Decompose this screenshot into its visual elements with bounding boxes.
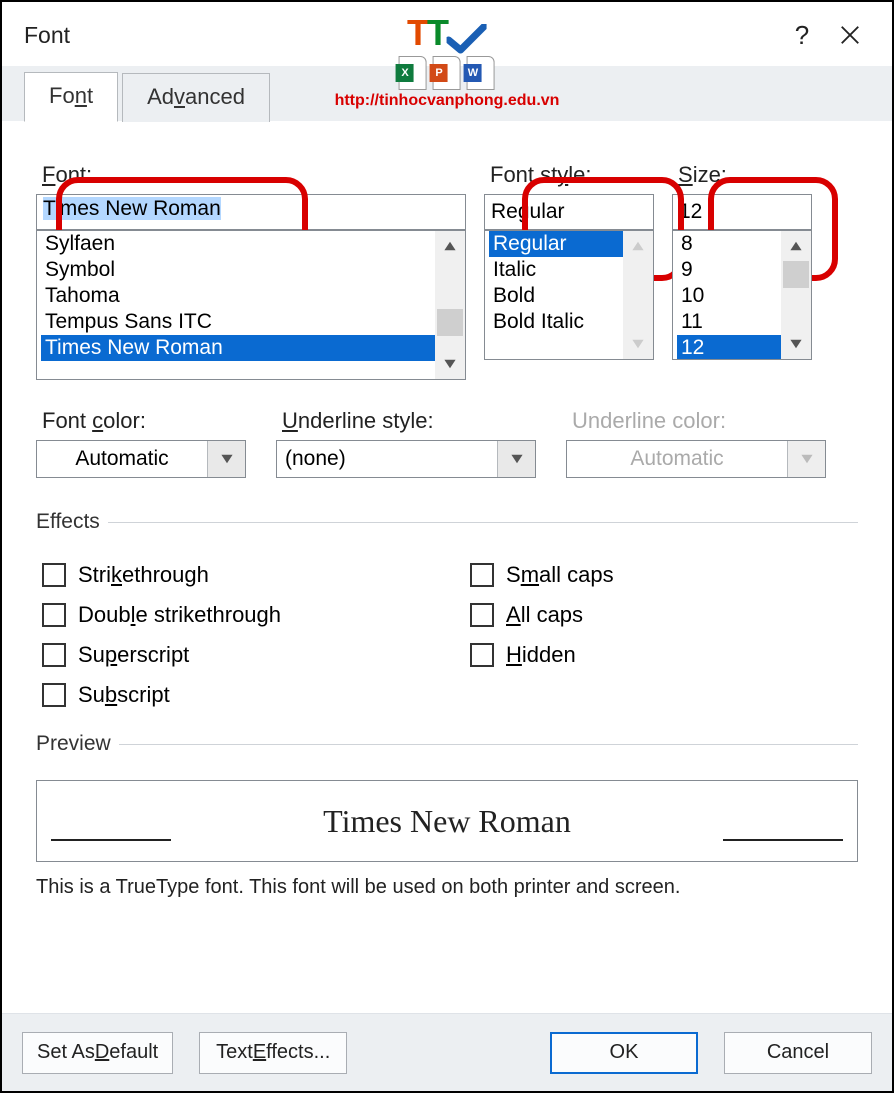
font-style-input[interactable] [484, 194, 654, 230]
button-bar: Set As Default Text Effects... OK Cancel [2, 1013, 892, 1091]
preview-sample: Times New Roman [323, 803, 571, 840]
tabstrip: Font Advanced [2, 66, 892, 122]
preview-note: This is a TrueType font. This font will … [36, 876, 858, 899]
size-label: Size: [672, 162, 812, 188]
dialog-title: Font [24, 22, 70, 49]
underline-style-combo[interactable]: (none) [276, 440, 536, 478]
style-option[interactable]: Regular [489, 231, 623, 257]
size-option[interactable]: 8 [677, 231, 781, 257]
tab-font[interactable]: Font [24, 72, 118, 122]
ok-button[interactable]: OK [550, 1032, 698, 1074]
style-option[interactable]: Bold [489, 283, 623, 309]
close-button[interactable] [826, 11, 874, 59]
checkbox-all-caps[interactable]: All caps [470, 602, 858, 628]
size-listbox[interactable]: 8 9 10 11 12 [672, 230, 812, 360]
checkbox-hidden[interactable]: Hidden [470, 642, 858, 668]
font-color-combo[interactable]: Automatic [36, 440, 246, 478]
font-style-label: Font style: [484, 162, 654, 188]
style-option[interactable]: Bold Italic [489, 309, 623, 335]
size-option[interactable]: 11 [677, 309, 781, 335]
set-default-button[interactable]: Set As Default [22, 1032, 173, 1074]
font-option[interactable]: Symbol [41, 257, 435, 283]
checkbox-small-caps[interactable]: Small caps [470, 562, 858, 588]
size-option[interactable]: 12 [677, 335, 781, 360]
font-option[interactable]: Times New Roman [41, 335, 435, 361]
font-option[interactable]: Tempus Sans ITC [41, 309, 435, 335]
help-button[interactable]: ? [778, 11, 826, 59]
scroll-down-icon[interactable] [435, 349, 465, 379]
font-input[interactable]: Times New Roman [36, 194, 466, 230]
checkbox-strikethrough[interactable]: Strikethrough [42, 562, 430, 588]
font-color-label: Font color: [36, 408, 246, 434]
cancel-button[interactable]: Cancel [724, 1032, 872, 1074]
size-option[interactable]: 9 [677, 257, 781, 283]
checkbox-superscript[interactable]: Superscript [42, 642, 430, 668]
chevron-down-icon[interactable] [207, 441, 245, 477]
titlebar: Font ? [2, 2, 892, 62]
size-option[interactable]: 10 [677, 283, 781, 309]
checkbox-double-strikethrough[interactable]: Double strikethrough [42, 602, 430, 628]
scroll-up-icon[interactable] [781, 231, 811, 261]
font-label: Font: [36, 162, 466, 188]
close-icon [839, 24, 861, 46]
effects-group: Effects Strikethrough Double strikethrou… [36, 510, 858, 708]
style-scrollbar[interactable] [623, 231, 653, 359]
effects-legend: Effects [36, 510, 108, 534]
font-option[interactable]: Tahoma [41, 283, 435, 309]
font-option[interactable]: Sylfaen [41, 231, 435, 257]
scroll-up-icon[interactable] [623, 231, 653, 261]
font-scrollbar[interactable] [435, 231, 465, 379]
chevron-down-icon [787, 441, 825, 477]
scroll-up-icon[interactable] [435, 231, 465, 261]
preview-box: Times New Roman [36, 780, 858, 862]
size-input[interactable] [672, 194, 812, 230]
scroll-down-icon[interactable] [623, 329, 653, 359]
text-effects-button[interactable]: Text Effects... [199, 1032, 347, 1074]
chevron-down-icon[interactable] [497, 441, 535, 477]
font-style-listbox[interactable]: Regular Italic Bold Bold Italic [484, 230, 654, 360]
scroll-down-icon[interactable] [781, 329, 811, 359]
tab-advanced[interactable]: Advanced [122, 73, 270, 122]
preview-group: Preview Times New Roman This is a TrueTy… [36, 732, 858, 899]
font-listbox[interactable]: Sylfaen Symbol Tahoma Tempus Sans ITC Ti… [36, 230, 466, 380]
underline-style-label: Underline style: [276, 408, 536, 434]
font-panel: Font: Times New Roman Sylfaen Symbol Tah… [2, 122, 892, 909]
underline-color-combo: Automatic [566, 440, 826, 478]
checkbox-subscript[interactable]: Subscript [42, 682, 430, 708]
underline-color-label: Underline color: [566, 408, 826, 434]
preview-legend: Preview [36, 732, 119, 756]
style-option[interactable]: Italic [489, 257, 623, 283]
size-scrollbar[interactable] [781, 231, 811, 359]
